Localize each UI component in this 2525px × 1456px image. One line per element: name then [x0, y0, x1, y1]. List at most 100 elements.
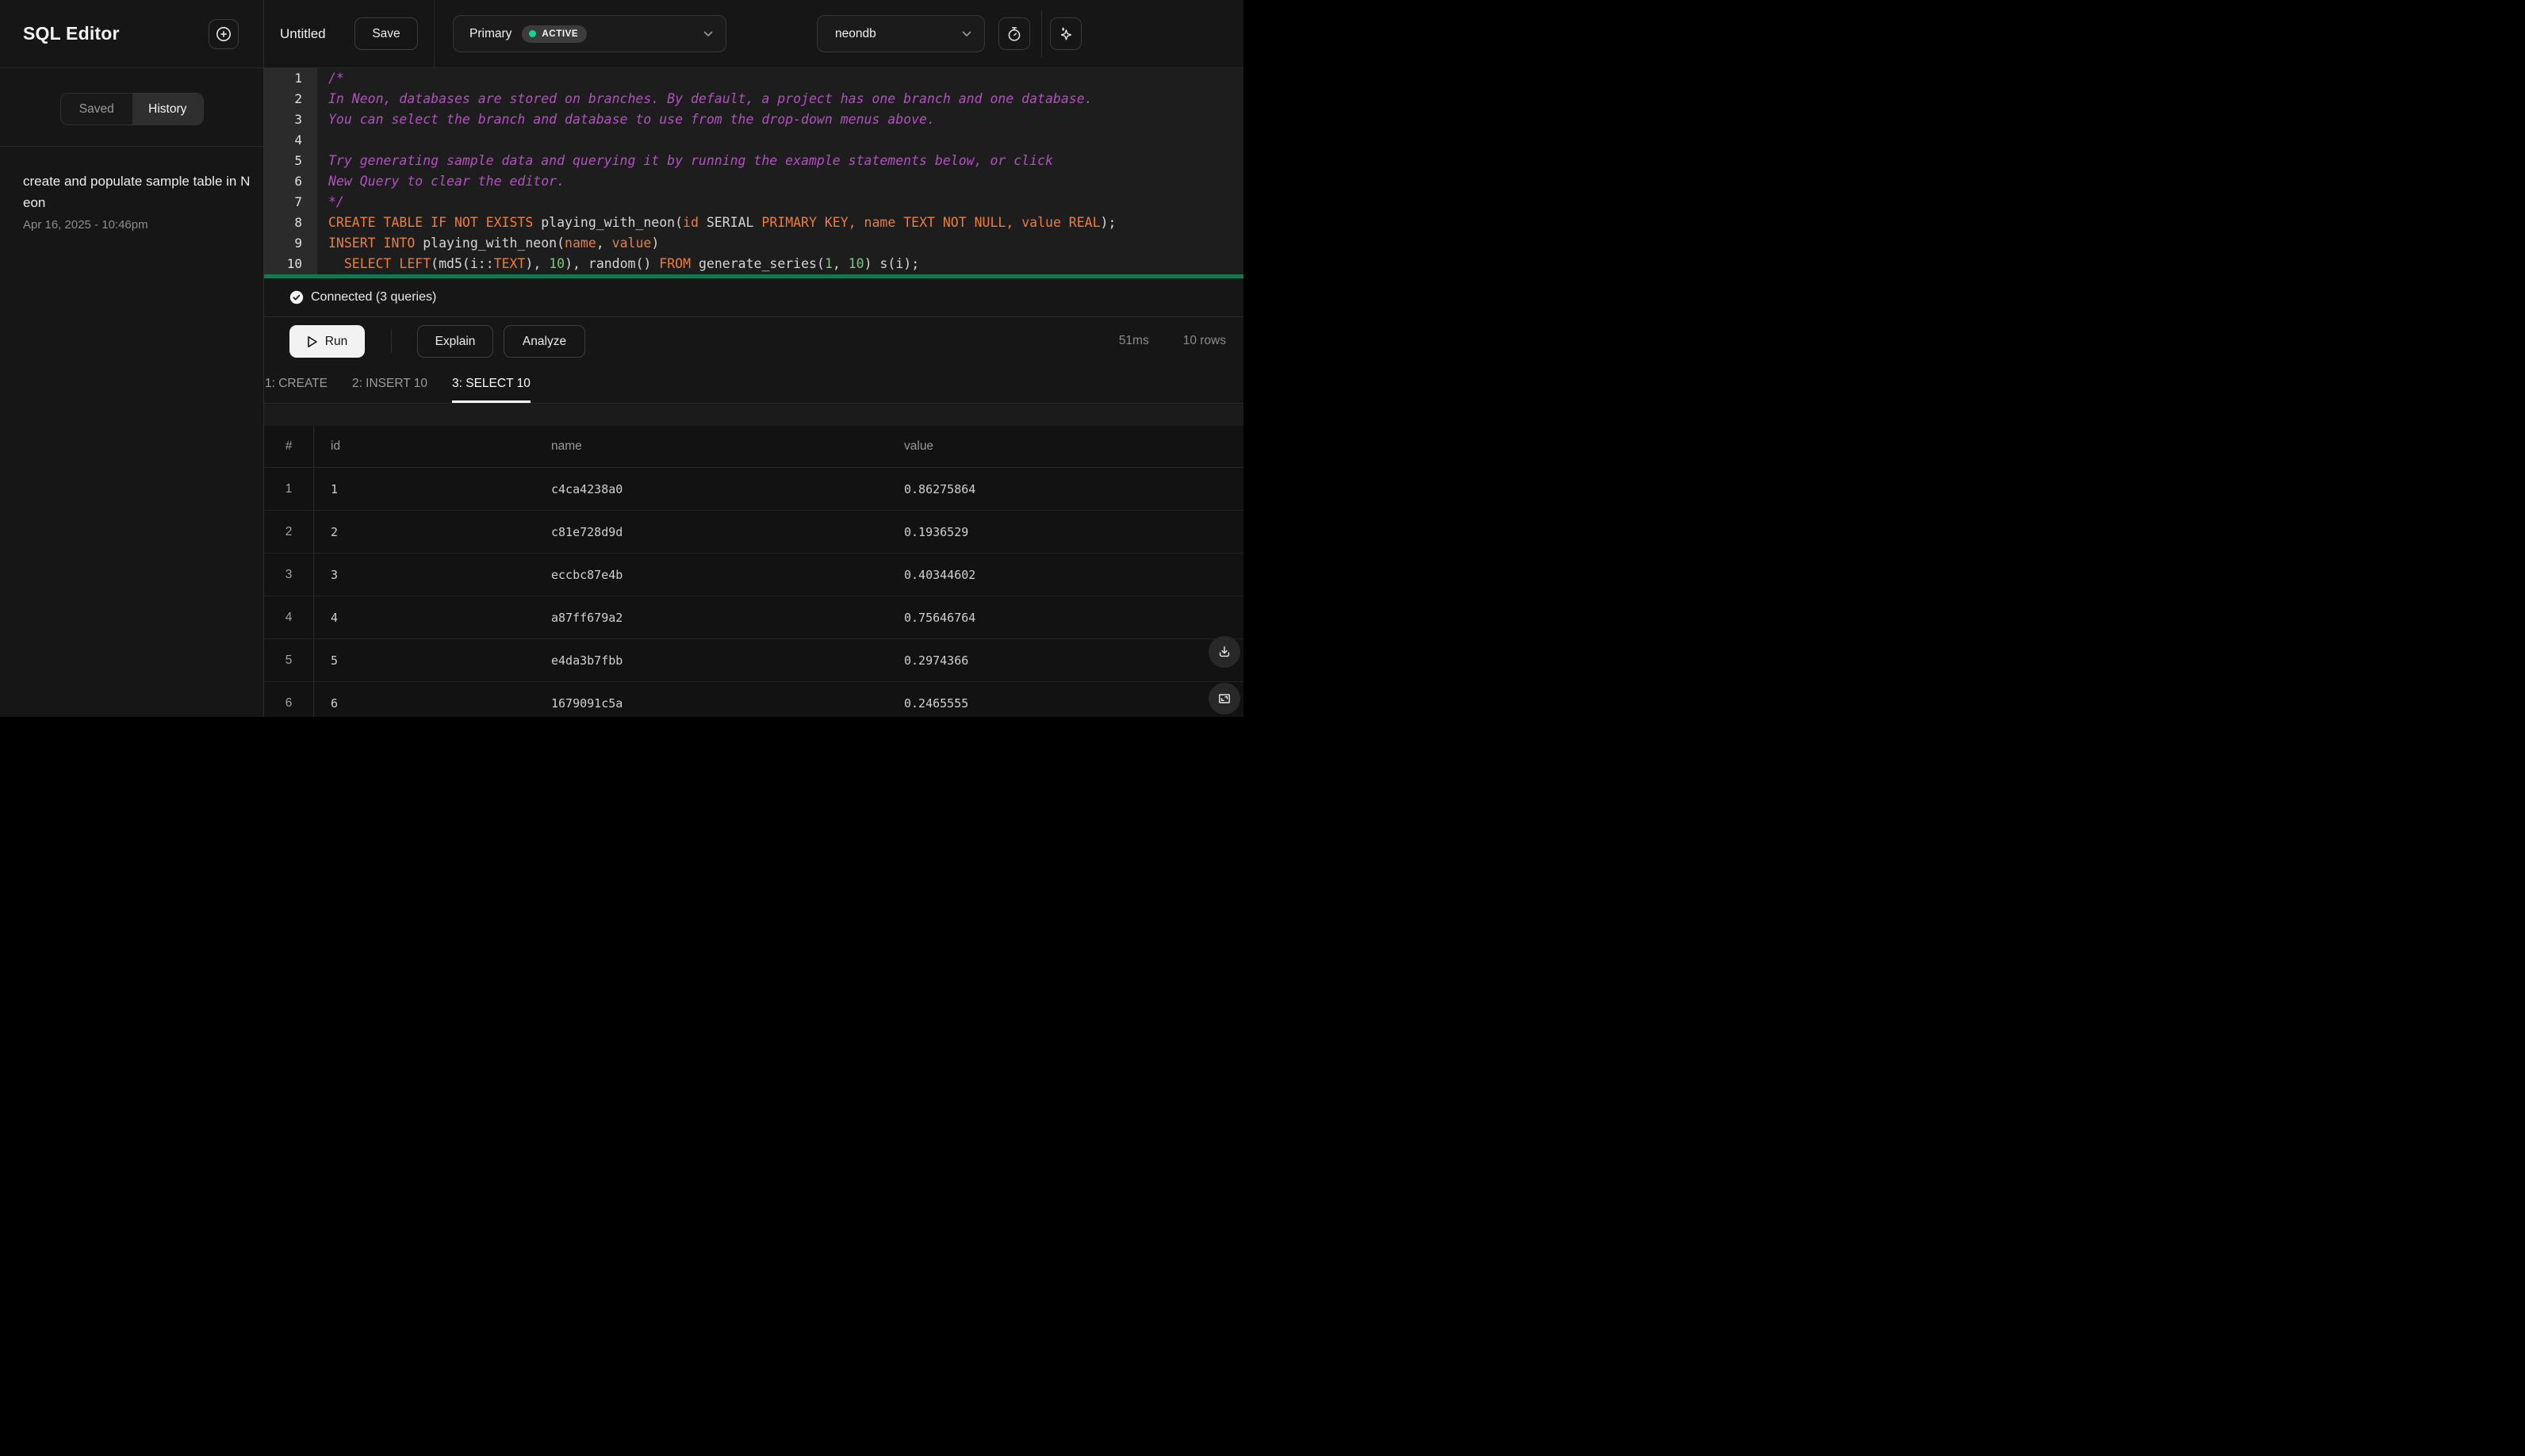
- ai-assist-button[interactable]: [1050, 17, 1082, 50]
- run-label: Run: [324, 334, 348, 348]
- tab-select[interactable]: 3: SELECT 10: [452, 364, 531, 403]
- download-results-button[interactable]: [1209, 636, 1240, 668]
- main-panel: Untitled Save Primary ACTIVE neondb 1 /*…: [264, 0, 1243, 717]
- table-cell: 4: [331, 610, 339, 625]
- table-cell: c81e728d9d: [551, 524, 623, 539]
- line-number: 2: [264, 89, 317, 109]
- column-header: id: [331, 439, 341, 453]
- table-cell: 4: [264, 596, 314, 638]
- table-cell: 1679091c5a: [551, 695, 623, 711]
- table-cell: 0.86275864: [904, 481, 976, 496]
- tab-insert[interactable]: 2: INSERT 10: [352, 364, 427, 403]
- table-cell: 0.75646764: [904, 610, 976, 625]
- query-name[interactable]: Untitled: [280, 0, 326, 68]
- code-line[interactable]: 7 */: [264, 192, 1243, 213]
- table-row[interactable]: 2 2 c81e728d9d 0.1936529: [264, 511, 1243, 554]
- download-icon: [1217, 644, 1232, 660]
- table-cell: 0.40344602: [904, 567, 976, 582]
- code-line[interactable]: 10 SELECT LEFT(md5(i::TEXT), 10), random…: [264, 254, 1243, 274]
- line-number: 8: [264, 213, 317, 233]
- table-cell: 3: [264, 554, 314, 596]
- table-row[interactable]: 4 4 a87ff679a2 0.75646764: [264, 596, 1243, 639]
- saved-history-toggle: Saved History: [60, 93, 204, 125]
- history-list-item[interactable]: create and populate sample table in Neon…: [23, 171, 251, 232]
- circle-plus-icon: [215, 25, 232, 43]
- play-icon: [307, 335, 318, 348]
- line-number: 4: [264, 130, 317, 151]
- table-cell: 5: [331, 653, 339, 668]
- stopwatch-icon: [1006, 25, 1023, 43]
- code-line[interactable]: 1 /*: [264, 68, 1243, 89]
- line-number: 9: [264, 233, 317, 254]
- column-header: #: [264, 426, 314, 467]
- table-cell: c4ca4238a0: [551, 481, 623, 496]
- branch-select[interactable]: Primary ACTIVE: [453, 15, 726, 52]
- explain-button[interactable]: Explain: [417, 325, 493, 358]
- code-line[interactable]: 8 CREATE TABLE IF NOT EXISTS playing_with…: [264, 213, 1243, 233]
- active-dot-icon: [529, 30, 537, 37]
- table-cell: a87ff679a2: [551, 610, 623, 625]
- code-text: Try generating sample data and querying …: [328, 153, 1053, 168]
- table-cell: 2: [264, 511, 314, 553]
- connection-status-text: Connected (3 queries): [311, 290, 437, 304]
- code-line[interactable]: 5 Try generating sample data and querying…: [264, 151, 1243, 171]
- table-cell: 0.2974366: [904, 653, 969, 668]
- code-line[interactable]: 3 You can select the branch and database …: [264, 109, 1243, 130]
- table-cell: 2: [331, 524, 339, 539]
- branch-name: Primary: [469, 26, 512, 40]
- line-number: 7: [264, 192, 317, 213]
- line-number: 5: [264, 151, 317, 171]
- code-editor[interactable]: 1 /* 2 In Neon, databases are stored on bra…: [264, 68, 1243, 274]
- table-body: 1 1 c4ca4238a0 0.86275864 2 2 c81e728d9d 0.1936…: [264, 468, 1243, 717]
- table-row[interactable]: 3 3 eccbc87e4b 0.40344602: [264, 554, 1243, 596]
- tab-create[interactable]: 1: CREATE: [265, 364, 328, 403]
- branch-status: ACTIVE: [542, 29, 579, 39]
- code-line[interactable]: 6 New Query to clear the editor.: [264, 171, 1243, 192]
- database-name: neondb: [835, 26, 876, 40]
- table-cell: 5: [264, 639, 314, 681]
- code-text: */: [328, 194, 344, 209]
- topbar-divider: [1041, 10, 1042, 58]
- branch-status-badge: ACTIVE: [522, 25, 588, 43]
- code-text: CREATE TABLE IF NOT EXISTS playing_with_…: [328, 215, 1117, 230]
- code-text: SELECT LEFT(md5(i::TEXT), 10), random() …: [343, 256, 920, 271]
- code-text: You can select the branch and database t…: [328, 112, 935, 127]
- tab-history[interactable]: History: [132, 94, 203, 125]
- analyze-button[interactable]: Analyze: [504, 325, 585, 358]
- sql-editor-app: SQL Editor Saved History create and popu…: [0, 0, 1243, 717]
- table-cell: 0.2465555: [904, 695, 969, 711]
- table-row[interactable]: 1 1 c4ca4238a0 0.86275864: [264, 468, 1243, 511]
- table-cell: 6: [264, 682, 314, 717]
- code-line[interactable]: 9 INSERT INTO playing_with_neon(name, val…: [264, 233, 1243, 254]
- code-lines: 1 /* 2 In Neon, databases are stored on bra…: [264, 68, 1243, 274]
- code-text: New Query to clear the editor.: [328, 174, 565, 189]
- tab-saved[interactable]: Saved: [61, 94, 132, 125]
- line-number: 3: [264, 109, 317, 130]
- fullscreen-button[interactable]: [1209, 683, 1240, 715]
- column-header: value: [904, 439, 934, 453]
- actions-row: Run Explain Analyze 51ms 10 rows: [264, 317, 1243, 364]
- line-number: 6: [264, 171, 317, 192]
- table-cell: eccbc87e4b: [551, 567, 623, 582]
- query-timing-button[interactable]: [998, 17, 1030, 50]
- code-line[interactable]: 4: [264, 130, 1243, 151]
- table-row[interactable]: 5 5 e4da3b7fbb 0.2974366: [264, 639, 1243, 682]
- run-button[interactable]: Run: [289, 325, 365, 358]
- sidebar: SQL Editor Saved History create and popu…: [0, 0, 264, 717]
- table-cell: 3: [331, 567, 339, 582]
- table-cell: 0.1936529: [904, 524, 969, 539]
- line-number: 10: [264, 254, 317, 274]
- code-text: /*: [328, 71, 344, 86]
- code-line[interactable]: 2 In Neon, databases are stored on branch…: [264, 89, 1243, 109]
- table-row[interactable]: 6 6 1679091c5a 0.2465555: [264, 682, 1243, 717]
- new-query-button[interactable]: [209, 18, 239, 49]
- results-band: [264, 404, 1243, 426]
- column-header: name: [551, 439, 582, 453]
- table-cell: e4da3b7fbb: [551, 653, 623, 668]
- code-text: In Neon, databases are stored on branche…: [328, 91, 1093, 106]
- save-button[interactable]: Save: [354, 17, 418, 50]
- table-header: # id name value: [264, 426, 1243, 468]
- database-select[interactable]: neondb: [817, 15, 985, 52]
- expand-icon: [1217, 691, 1232, 707]
- topbar-divider: [434, 0, 435, 68]
